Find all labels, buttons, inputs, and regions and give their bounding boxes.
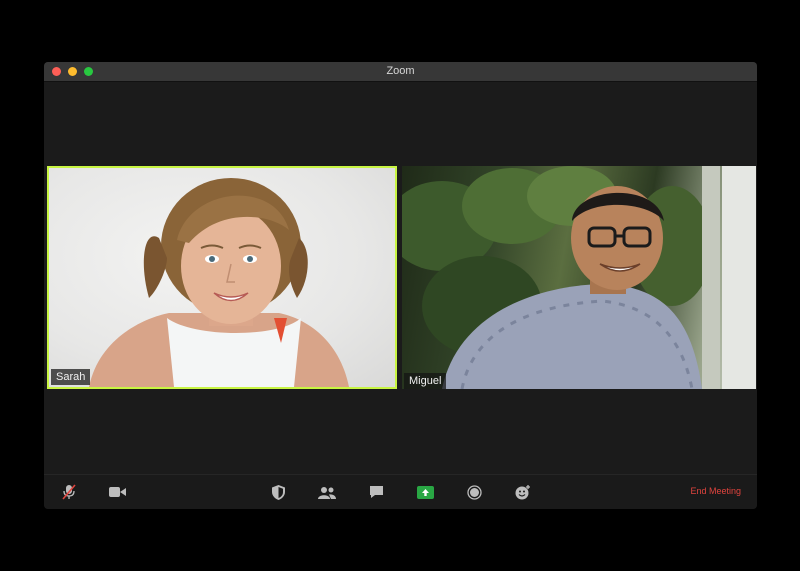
security-shield-icon [271,484,285,500]
record-icon [466,484,482,500]
reactions-icon [515,484,530,499]
security-button[interactable] [267,482,289,502]
zoom-window: Zoom Sarah Miguel End Meeting [44,62,757,509]
record-button[interactable] [463,482,485,502]
video-camera-icon [108,487,126,497]
window-title: Zoom [386,65,415,77]
video-tile-sarah[interactable]: Sarah [47,166,397,389]
reactions-button[interactable] [512,482,534,502]
participant-name-tag: Miguel [404,373,447,389]
participant-name-tag: Sarah [51,369,91,385]
video-stage: Sarah Miguel [44,82,757,475]
participants-button[interactable] [316,482,338,502]
chat-button[interactable] [365,482,387,502]
sarah-video-feed [89,178,349,387]
microphone-muted-icon [62,484,76,500]
share-screen-icon [416,485,434,499]
miguel-video-feed [402,166,756,389]
end-meeting-button[interactable]: End Meeting [690,486,741,496]
participants-icon [318,486,336,499]
share-screen-button[interactable] [414,482,436,502]
title-bar: Zoom [44,62,757,82]
meeting-toolbar: End Meeting [44,474,757,509]
video-button[interactable] [106,482,128,502]
mute-button[interactable] [58,482,80,502]
chat-icon [369,486,383,498]
video-tile-miguel[interactable]: Miguel [402,166,756,389]
